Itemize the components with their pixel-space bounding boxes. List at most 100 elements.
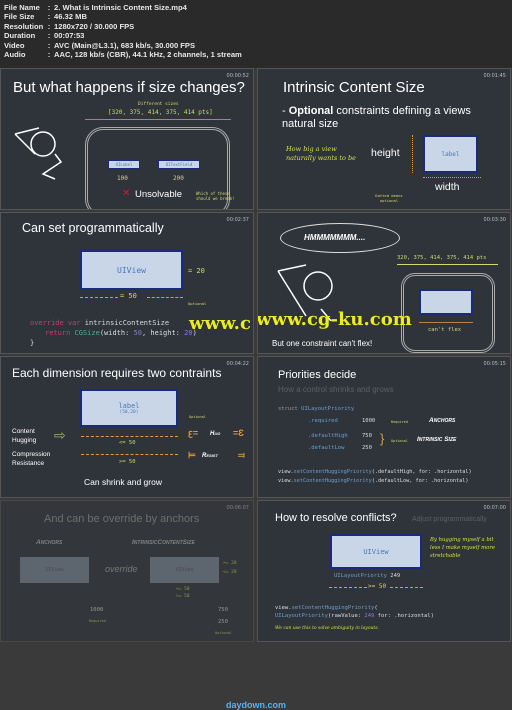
- file-info-row: Duration:00:07:53: [4, 31, 508, 40]
- ge-50: >= 50: [119, 459, 136, 465]
- code-num: 249: [386, 573, 401, 579]
- code-fn: setContentHuggingPriority: [293, 478, 372, 484]
- caption: But one constraint can't flex!: [272, 339, 373, 348]
- uiview-box-intrinsic: UIView: [150, 557, 219, 583]
- priority-name: .defaultHigh: [308, 433, 348, 439]
- slide-subtitle: How a control shrinks and grows: [278, 385, 394, 394]
- file-info-row: Audio: AAC, 128 kb/s (CBR), 44.1 kHz, 2 c…: [4, 50, 508, 59]
- code-line-2: return CGSize(width: 50, height: 20): [45, 329, 197, 337]
- file-info-row: Resolution:1280x720 / 30.000 FPS: [4, 22, 508, 31]
- code-text: (rawValue:: [327, 613, 365, 619]
- override-text: override: [105, 564, 138, 574]
- break-note: Which of these should we break!: [196, 191, 235, 201]
- dotted-line: [81, 454, 178, 455]
- bullet-bold: Optional: [288, 105, 334, 117]
- code-text: view.: [275, 605, 292, 611]
- bullet: - Optional constraints defining a views …: [282, 105, 471, 130]
- priority-value: 750: [362, 433, 372, 439]
- uiview-box: UIView: [330, 534, 422, 569]
- sizes-label: Different sizes: [138, 102, 179, 107]
- code-kw: override var: [30, 319, 81, 327]
- optional-label: Optional: [215, 631, 232, 635]
- file-info-separator: :: [47, 40, 51, 50]
- file-info-separator: :: [47, 3, 51, 12]
- code-line-1: view.setContentHuggingPriority(.defaultH…: [278, 469, 472, 475]
- priority-1000: 1000: [90, 607, 104, 613]
- timestamp: 00:01:45: [483, 73, 506, 79]
- file-info-value: AAC, 128 kb/s (CBR), 44.1 kHz, 2 channel…: [54, 49, 242, 59]
- w2: >= 50: [176, 594, 190, 599]
- label-box: label: [423, 135, 478, 173]
- file-info-key: File Name: [4, 3, 40, 12]
- handwritten-note-bottom: We can use this to solve ambiguity in la…: [275, 626, 379, 631]
- code-num: 249: [364, 613, 375, 619]
- file-info-row: File Size:46.32 MB: [4, 12, 508, 21]
- file-info-header: File Name:2. What is Intrinsic Content S…: [0, 0, 512, 68]
- height-label: height: [371, 147, 400, 159]
- eq1: >= 20: [223, 561, 237, 566]
- code-type: UILayoutPriority: [334, 573, 387, 579]
- required-label: Required: [391, 420, 408, 424]
- width-ge: >= 50: [368, 583, 387, 590]
- watermark-daydown: daydown.com: [226, 700, 287, 710]
- frame-8: 00:07:00 How to resolve conflicts? Adjus…: [257, 500, 511, 642]
- le-50: <= 50: [119, 440, 136, 446]
- dotted-line: [81, 436, 178, 437]
- watermark-cgku: www.cg-ku.com: [257, 309, 412, 330]
- resistance-label: Compression Resistance: [12, 451, 51, 467]
- file-info-key: Duration: [4, 31, 36, 41]
- code-type: UILayoutPriority: [275, 613, 328, 619]
- priority-line: UILayoutPriority 249: [334, 573, 400, 579]
- priority-value: 1000: [362, 418, 376, 424]
- watermark-cgku-left: www.c: [189, 313, 251, 334]
- code-text: view.: [278, 469, 294, 475]
- w1: <= 50: [176, 587, 190, 592]
- frame-3: 00:02:37 Can set programmatically UIView…: [0, 212, 254, 354]
- hug-icon-right: =Ɛ: [233, 428, 244, 438]
- code-num: 50: [133, 329, 142, 337]
- slide-title: Priorities decide: [278, 369, 357, 381]
- code-text: intrinsicContentSize: [80, 319, 170, 327]
- sizes-list: 320, 375, 414, 375, 414 pts: [397, 255, 487, 261]
- file-info-key: Audio: [4, 49, 26, 59]
- file-info-separator: :: [47, 21, 51, 31]
- hug-text: Hug: [210, 431, 221, 437]
- x-icon: ✕: [122, 188, 131, 199]
- resist-icon: ⊨: [188, 450, 196, 460]
- slide-subtitle: Adjust programmatically: [412, 516, 487, 523]
- code-text: (width:: [99, 329, 134, 337]
- width-eq: = 50: [120, 292, 137, 300]
- file-info-value: 1280x720 / 30.000 FPS: [54, 21, 135, 31]
- dotted-line: [329, 587, 367, 588]
- width-label: width: [435, 181, 460, 193]
- required-label: Required: [89, 619, 106, 623]
- file-info-separator: :: [47, 49, 51, 59]
- timestamp: 00:02:37: [226, 217, 249, 223]
- fixed-width-line: [419, 322, 473, 323]
- file-info-row: File Name:2. What is Intrinsic Content S…: [4, 3, 508, 12]
- arrow-right-icon: ⇨: [54, 428, 66, 444]
- cant-flex: can't flex: [428, 327, 462, 333]
- file-info-value: 46.32 MB: [54, 12, 87, 22]
- code-type: UILayoutPriority: [297, 406, 355, 412]
- width-dotted-line: [423, 177, 481, 178]
- code-line-2: view.setContentHuggingPriority(.defaultL…: [278, 478, 469, 484]
- uilabel-box: UILabel: [108, 160, 140, 169]
- box-label: label: [118, 401, 140, 410]
- frame-4: 00:03:30 HMMMMMMM.... 320, 375, 414, 375…: [257, 212, 511, 354]
- frame-1: 00:00:52 But what happens if size change…: [0, 68, 254, 210]
- resist-icon-right: ⫤: [238, 450, 245, 460]
- optional-label: Optional: [188, 301, 207, 306]
- label-box: label (50,20): [80, 389, 178, 427]
- priority-name: .required: [308, 418, 338, 424]
- eq2: <= 20: [223, 570, 237, 575]
- hugging-label: Content Hugging: [12, 428, 37, 444]
- width-line: [397, 264, 498, 265]
- hug-icon: ꜫ=: [188, 428, 199, 438]
- priority-value: 250: [362, 445, 372, 451]
- code-text: for: .horizontal): [374, 613, 434, 619]
- priority-name: .defaultLow: [308, 445, 345, 451]
- code-line-3: }: [30, 339, 35, 347]
- code-text: view.: [278, 478, 294, 484]
- frame-5: 00:04:22 Each dimension requires two con…: [0, 356, 254, 498]
